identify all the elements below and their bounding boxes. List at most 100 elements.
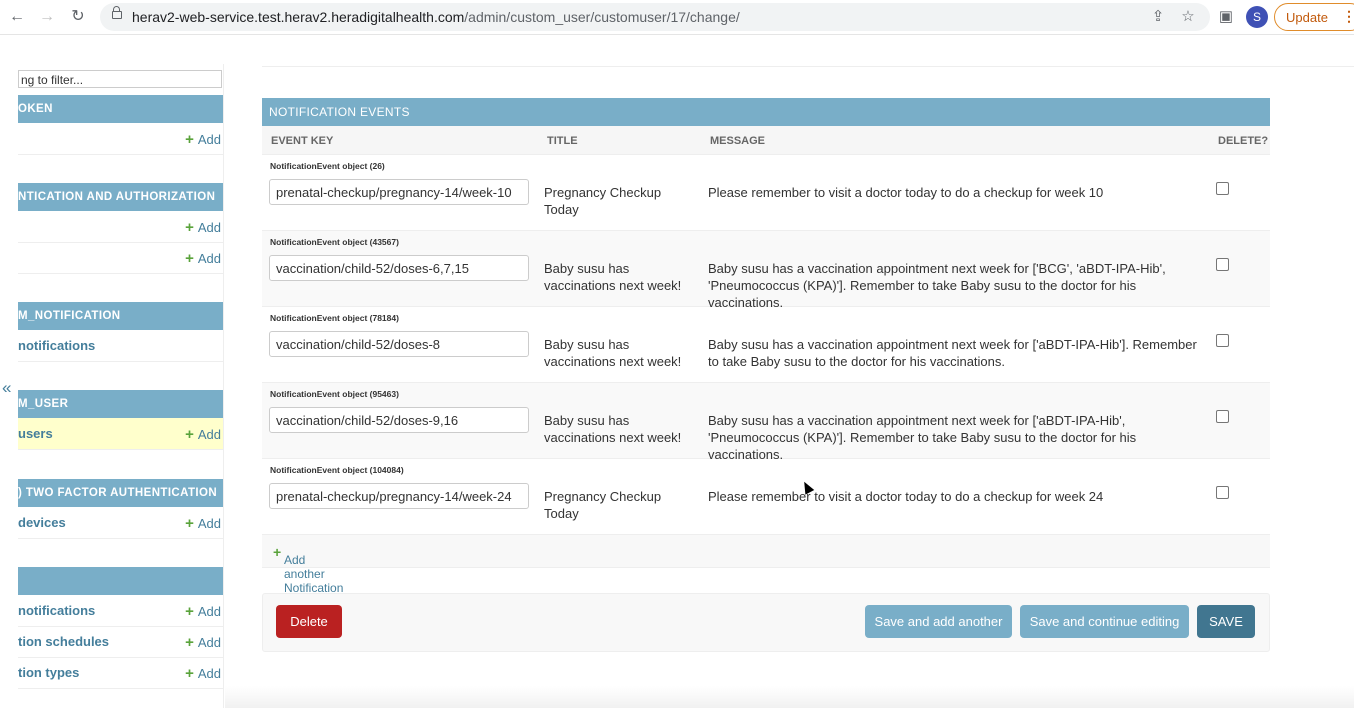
module-row-selected: users + Add <box>18 418 223 450</box>
update-button[interactable]: Update ⋮ <box>1274 3 1354 31</box>
event-key-input[interactable]: vaccination/child-52/doses-9,16 <box>269 407 529 433</box>
event-message: Baby susu has a vaccination appointment … <box>708 337 1197 369</box>
divider <box>262 66 1354 67</box>
lock-icon <box>112 6 122 19</box>
add-link[interactable]: + Add <box>185 131 221 148</box>
module-row: notifications <box>18 330 223 362</box>
sidebar-link-devices[interactable]: devices <box>18 515 66 530</box>
save-button[interactable]: SAVE <box>1197 605 1255 638</box>
delete-checkbox[interactable] <box>1216 258 1229 271</box>
browser-toolbar: ← → ↻ herav2-web-service.test.herav2.her… <box>0 0 1354 35</box>
event-title: Baby susu has vaccinations next week! <box>544 413 682 445</box>
module-header: M_NOTIFICATION <box>18 302 223 330</box>
module-row: tion types + Add <box>18 657 223 689</box>
table-row: NotificationEvent object (43567) vaccina… <box>262 231 1270 310</box>
event-title: Baby susu has vaccinations next week! <box>544 337 682 369</box>
module-header: NTICATION AND AUTHORIZATION <box>18 183 223 211</box>
plus-icon: + <box>185 634 194 651</box>
nav-sidebar: ng to filter... OKEN + Add NTICATION AND … <box>18 64 224 708</box>
add-link[interactable]: + Add <box>185 219 221 236</box>
column-header: MESSAGE <box>710 135 766 147</box>
inline-caption: NOTIFICATION EVENTS <box>262 98 1270 126</box>
add-link[interactable]: + Add <box>185 665 221 682</box>
table-row: NotificationEvent object (26) prenatal-c… <box>262 155 1270 231</box>
module-header: ) TWO FACTOR AUTHENTICATION <box>18 479 223 507</box>
module-header <box>18 567 223 595</box>
event-message: Please remember to visit a doctor today … <box>708 185 1104 200</box>
back-icon[interactable]: ← <box>6 6 28 28</box>
event-message: Baby susu has a vaccination appointment … <box>708 261 1166 310</box>
module-row: tion schedules + Add <box>18 626 223 658</box>
event-key-input[interactable]: vaccination/child-52/doses-8 <box>269 331 529 357</box>
add-another-link[interactable]: +Add another Notification event <box>273 544 343 609</box>
sidebar-link-types[interactable]: tion types <box>18 665 79 680</box>
column-header: EVENT KEY <box>271 135 334 147</box>
table-row: NotificationEvent object (104084) prenat… <box>262 459 1270 535</box>
table-header: EVENT KEY TITLE MESSAGE DELETE? <box>262 126 1270 155</box>
sidebar-filter-input[interactable]: ng to filter... <box>18 70 222 88</box>
add-link[interactable]: + Add <box>185 634 221 651</box>
bottom-shadow <box>225 686 1354 708</box>
sidebar-link-notifications[interactable]: notifications <box>18 603 95 618</box>
table-row: NotificationEvent object (78184) vaccina… <box>262 307 1270 383</box>
share-icon[interactable]: ⇪ <box>1147 6 1169 28</box>
column-header: DELETE? <box>1218 135 1269 147</box>
plus-icon: + <box>185 426 194 443</box>
object-label: NotificationEvent object (78184) <box>270 313 399 323</box>
event-key-input[interactable]: vaccination/child-52/doses-6,7,15 <box>269 255 529 281</box>
object-label: NotificationEvent object (95463) <box>270 389 399 399</box>
plus-icon: + <box>273 544 282 560</box>
plus-icon: + <box>185 515 194 532</box>
add-link[interactable]: + Add <box>185 515 221 532</box>
more-icon: ⋮ <box>1342 8 1354 24</box>
plus-icon: + <box>185 665 194 682</box>
module-row: notifications + Add <box>18 595 223 627</box>
module-row: + Add <box>18 211 223 243</box>
notification-events-inline: NOTIFICATION EVENTS EVENT KEY TITLE MESS… <box>262 98 1270 609</box>
profile-avatar[interactable]: S <box>1246 6 1268 28</box>
side-panel-icon[interactable]: ▣ <box>1215 6 1237 28</box>
module-header: M_USER <box>18 390 223 418</box>
star-icon[interactable]: ☆ <box>1177 6 1199 28</box>
event-key-input[interactable]: prenatal-checkup/pregnancy-14/week-24 <box>269 483 529 509</box>
event-title: Pregnancy Checkup Today <box>544 489 662 521</box>
object-label: NotificationEvent object (43567) <box>270 237 399 247</box>
collapse-sidebar-icon[interactable]: « <box>2 378 11 398</box>
reload-icon[interactable]: ↻ <box>67 6 89 28</box>
module-row: devices + Add <box>18 507 223 539</box>
delete-checkbox[interactable] <box>1216 182 1229 195</box>
module-row: + Add <box>18 242 223 274</box>
add-row: +Add another Notification event <box>262 535 1270 609</box>
module-row: + Add <box>18 123 223 155</box>
save-and-add-another-button[interactable]: Save and add another <box>865 605 1012 638</box>
save-and-continue-button[interactable]: Save and continue editing <box>1020 605 1189 638</box>
event-message: Baby susu has a vaccination appointment … <box>708 413 1137 462</box>
object-label: NotificationEvent object (26) <box>270 161 385 171</box>
add-link[interactable]: + Add <box>185 426 221 443</box>
table-row: NotificationEvent object (95463) vaccina… <box>262 383 1270 462</box>
event-key-input[interactable]: prenatal-checkup/pregnancy-14/week-10 <box>269 179 529 205</box>
sidebar-link-schedules[interactable]: tion schedules <box>18 634 109 649</box>
module-header: OKEN <box>18 95 223 123</box>
plus-icon: + <box>185 603 194 620</box>
event-title: Baby susu has vaccinations next week! <box>544 261 682 293</box>
object-label: NotificationEvent object (104084) <box>270 465 404 475</box>
plus-icon: + <box>185 131 194 148</box>
forward-icon[interactable]: → <box>36 6 58 28</box>
event-message: Please remember to visit a doctor today … <box>708 489 1104 504</box>
submit-row: Delete Save and add another Save and con… <box>262 593 1270 652</box>
delete-checkbox[interactable] <box>1216 486 1229 499</box>
plus-icon: + <box>185 219 194 236</box>
delete-checkbox[interactable] <box>1216 410 1229 423</box>
plus-icon: + <box>185 250 194 267</box>
delete-checkbox[interactable] <box>1216 334 1229 347</box>
column-header: TITLE <box>547 135 578 147</box>
add-link[interactable]: + Add <box>185 603 221 620</box>
add-link[interactable]: + Add <box>185 250 221 267</box>
delete-button[interactable]: Delete <box>276 605 342 638</box>
sidebar-link-notifications[interactable]: notifications <box>18 338 95 353</box>
event-title: Pregnancy Checkup Today <box>544 185 662 217</box>
url-text: herav2-web-service.test.herav2.heradigit… <box>132 9 740 25</box>
sidebar-link-users[interactable]: users <box>18 426 53 441</box>
address-bar[interactable]: herav2-web-service.test.herav2.heradigit… <box>100 3 1210 31</box>
